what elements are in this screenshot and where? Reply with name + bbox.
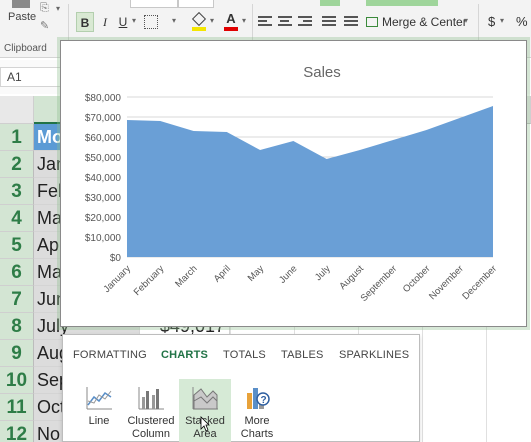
copy-icon[interactable]: ⎘: [40, 2, 56, 14]
svg-text:?: ?: [261, 395, 267, 406]
clipboard-icon: [12, 0, 30, 8]
y-tick-label: $70,000: [85, 113, 122, 124]
tab-formatting[interactable]: FORMATTING: [73, 349, 147, 361]
more-charts-option[interactable]: ? More Charts: [231, 379, 283, 442]
x-tick-label: January: [101, 263, 133, 295]
x-tick-label: December: [460, 263, 499, 302]
tab-charts[interactable]: CHARTS: [161, 349, 208, 361]
y-tick-label: $80,000: [85, 93, 122, 104]
font-color-letter: A: [226, 11, 236, 26]
line-chart-option[interactable]: Line: [73, 379, 125, 442]
row-header[interactable]: 12: [0, 421, 34, 442]
tab-tables[interactable]: TABLES: [281, 349, 324, 361]
row-header[interactable]: 3: [0, 178, 34, 205]
x-tick-label: February: [132, 263, 167, 298]
wrap-text-button-highlight: [366, 0, 438, 6]
row-header[interactable]: 5: [0, 232, 34, 259]
increase-indent-icon[interactable]: [344, 16, 358, 28]
x-tick-label: June: [277, 263, 299, 285]
row-header[interactable]: 4: [0, 205, 34, 232]
row-header[interactable]: 8: [0, 313, 34, 340]
y-tick-label: $50,000: [85, 153, 122, 164]
more-charts-label: More Charts: [240, 415, 274, 440]
align-center-icon[interactable]: [278, 16, 292, 28]
align-right-icon[interactable]: [298, 16, 312, 28]
merge-center-label: Merge & Center: [382, 15, 467, 29]
x-tick-label: July: [313, 263, 333, 283]
chart-title: Sales: [303, 64, 341, 81]
row-header[interactable]: 6: [0, 259, 34, 286]
fill-color-icon[interactable]: [191, 11, 207, 32]
stacked-area-option[interactable]: StackedArea: [179, 379, 231, 442]
font-name-box[interactable]: [130, 0, 178, 8]
select-all-corner[interactable]: [0, 96, 34, 124]
row-header[interactable]: 2: [0, 151, 34, 178]
font-color-dropdown-icon[interactable]: ▾: [242, 16, 246, 25]
line-chart-icon: [86, 387, 112, 410]
x-tick-label: March: [173, 263, 199, 289]
bold-button[interactable]: B: [76, 12, 94, 32]
y-tick-label: $10,000: [85, 233, 122, 244]
x-tick-label: November: [427, 263, 466, 302]
mouse-cursor-icon: [200, 416, 210, 432]
font-size-box[interactable]: [178, 0, 214, 8]
sales-chart[interactable]: Sales $0 $10,000 $20,000 $30,000 $40,000 $50,0…: [60, 40, 527, 327]
align-left-icon[interactable]: [258, 16, 272, 28]
wrap-text-highlight: [320, 0, 340, 6]
row-header[interactable]: 7: [0, 286, 34, 313]
x-tick-label: May: [246, 263, 267, 284]
format-painter-icon[interactable]: ✎: [40, 20, 56, 32]
paste-label: Paste: [8, 11, 37, 23]
y-tick-label: $0: [110, 253, 122, 264]
font-color-button[interactable]: A: [224, 12, 238, 32]
name-box[interactable]: A1: [0, 67, 62, 87]
row-header[interactable]: 1: [0, 124, 34, 151]
clipboard-group-label: Clipboard: [4, 43, 47, 54]
italic-button[interactable]: I: [96, 12, 114, 32]
borders-icon[interactable]: [144, 15, 158, 29]
underline-button[interactable]: U: [114, 12, 132, 32]
decrease-indent-icon[interactable]: [322, 16, 336, 28]
more-charts-icon: ?: [247, 388, 270, 409]
x-tick-label: April: [212, 263, 233, 284]
x-tick-label: September: [359, 263, 400, 304]
percent-style-button[interactable]: %: [516, 12, 528, 32]
y-tick-label: $60,000: [85, 133, 122, 144]
y-tick-label: $30,000: [85, 193, 122, 204]
clustered-column-icon: [138, 387, 164, 410]
stacked-area-icon: [192, 387, 218, 410]
accounting-format-button[interactable]: $: [488, 12, 495, 32]
borders-dropdown-icon[interactable]: ▾: [172, 16, 176, 25]
row-header[interactable]: 11: [0, 394, 34, 421]
tab-sparklines[interactable]: SPARKLINES: [339, 349, 409, 361]
x-tick-label: October: [401, 263, 433, 295]
merge-dropdown-icon[interactable]: ▾: [464, 16, 468, 25]
copy-dropdown-icon[interactable]: ▾: [56, 4, 60, 13]
row-header[interactable]: 9: [0, 340, 34, 367]
area-series: [127, 106, 493, 257]
merge-center-button[interactable]: Merge & Center: [366, 12, 467, 32]
accounting-dropdown-icon[interactable]: ▾: [500, 16, 504, 25]
paste-button[interactable]: Paste: [2, 0, 40, 40]
clustered-column-option[interactable]: Clustered Column: [125, 379, 177, 442]
fill-dropdown-icon[interactable]: ▾: [210, 16, 214, 25]
chart-svg: Sales $0 $10,000 $20,000 $30,000 $40,000 $50,0…: [85, 64, 499, 304]
merge-center-icon: [366, 17, 378, 27]
row-header[interactable]: 10: [0, 367, 34, 394]
tab-totals[interactable]: TOTALS: [223, 349, 266, 361]
underline-dropdown-icon[interactable]: ▾: [132, 16, 136, 25]
y-tick-label: $20,000: [85, 213, 122, 224]
x-tick-label: August: [337, 263, 366, 292]
y-tick-label: $40,000: [85, 173, 122, 184]
quick-analysis-panel: FORMATTING CHARTS TOTALS TABLES SPARKLIN…: [62, 334, 420, 442]
